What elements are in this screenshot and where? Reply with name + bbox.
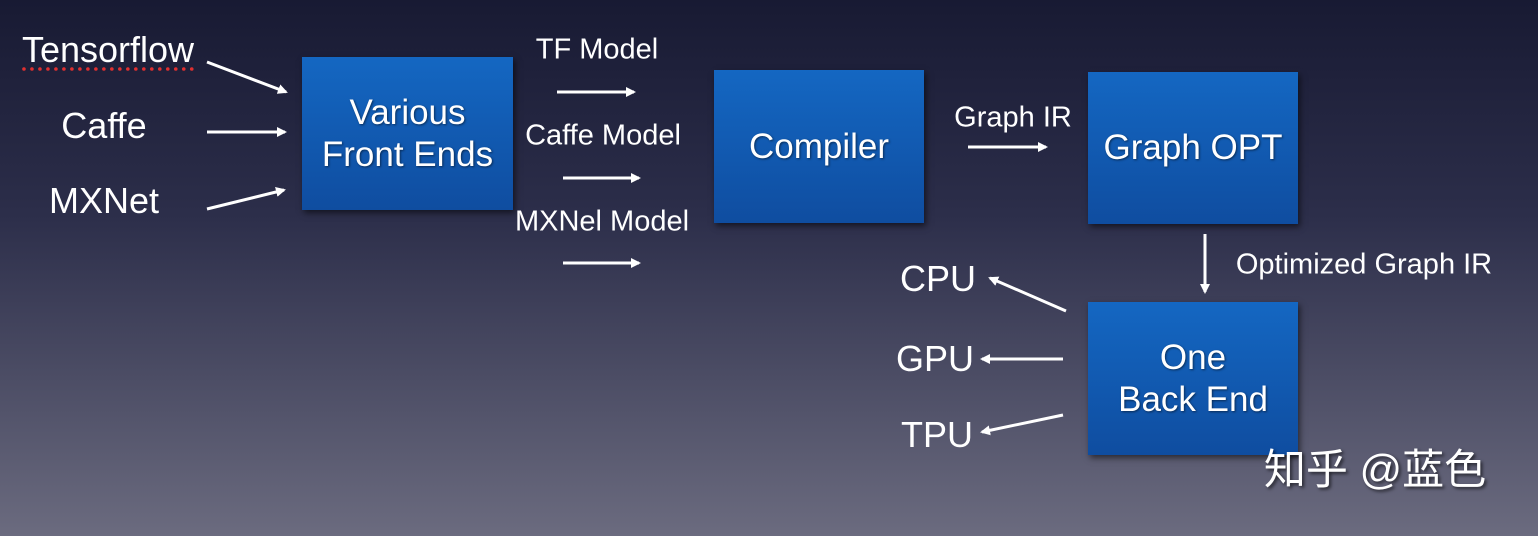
label-caffe-model: Caffe Model [525, 119, 681, 152]
input-caffe: Caffe [61, 105, 147, 146]
target-cpu: CPU [899, 258, 977, 299]
target-tpu: TPU [901, 414, 973, 455]
target-gpu: GPU [895, 338, 975, 379]
arrow-to-tpu [980, 413, 1064, 436]
box-various-front-ends: Various Front Ends [302, 57, 513, 210]
label-tf-model: TF Model [535, 33, 659, 66]
input-mxnet: MXNet [48, 180, 160, 221]
arrow-to-cpu [988, 276, 1067, 313]
box-graph-opt: Graph OPT [1088, 72, 1298, 224]
label-graph-ir: Graph IR [954, 101, 1072, 134]
box-compiler: Compiler [714, 70, 924, 223]
compiler-label: Compiler [748, 126, 890, 166]
arrow-mxnet-to-frontends [206, 187, 286, 211]
back-end-line1: One [1159, 337, 1227, 377]
arrow-tensorflow-to-frontends [206, 60, 288, 94]
back-end-line2: Back End [1118, 379, 1268, 419]
graph-opt-label: Graph OPT [1103, 128, 1283, 167]
front-ends-line1: Various [349, 92, 466, 132]
box-one-back-end: One Back End [1088, 302, 1298, 455]
input-tensorflow: Tensorflow [21, 29, 195, 70]
watermark: 知乎 @蓝色 [1263, 446, 1487, 493]
label-mxnet-model: MXNel Model [514, 205, 690, 238]
label-optimized-graph-ir: Optimized Graph IR [1235, 248, 1493, 281]
front-ends-line2: Front Ends [321, 134, 494, 174]
